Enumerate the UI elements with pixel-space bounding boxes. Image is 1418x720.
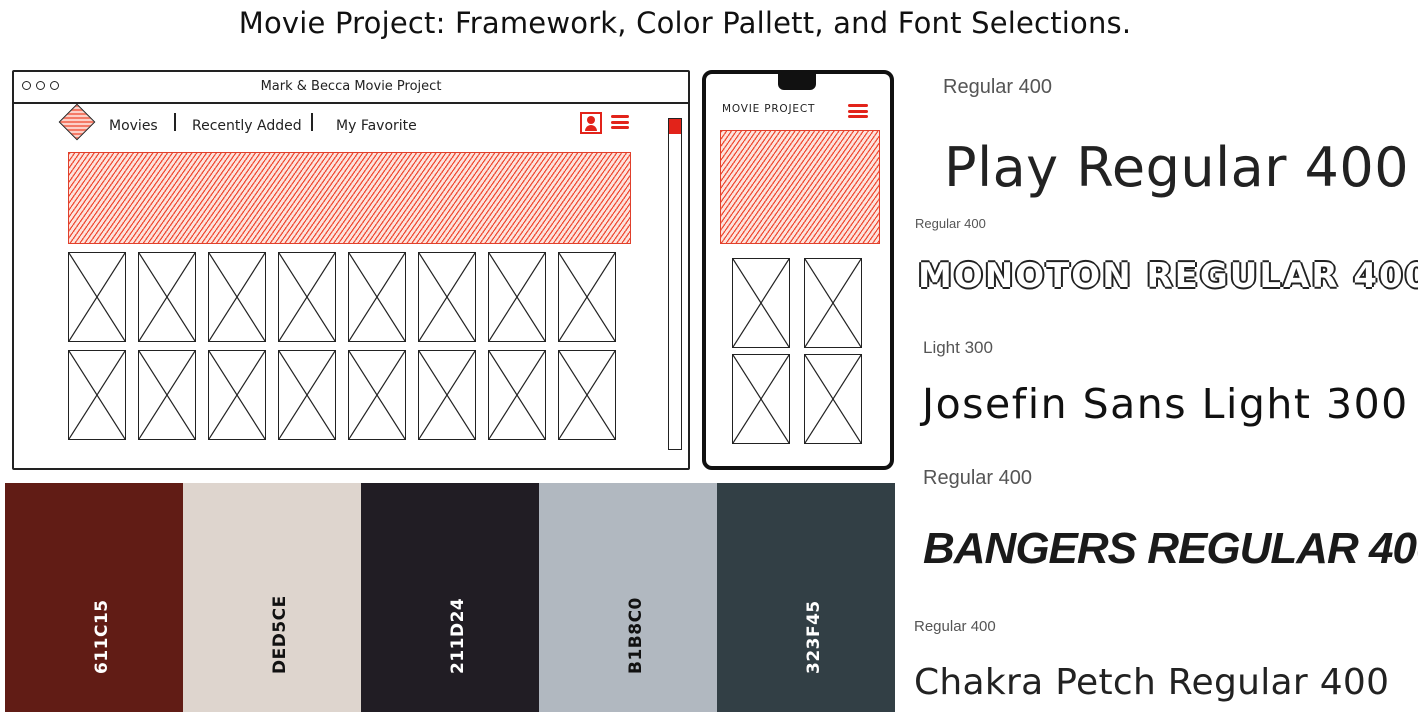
phone-hero-banner — [720, 130, 880, 244]
user-icon[interactable] — [580, 112, 602, 134]
image-placeholder[interactable] — [804, 354, 862, 444]
phone-wireframe: MOVIE PROJECT — [702, 70, 894, 470]
image-placeholder[interactable] — [68, 252, 126, 342]
image-placeholder[interactable] — [488, 350, 546, 440]
font-sample-monoton: Monoton Regular 400 — [918, 256, 1418, 296]
phone-notch — [778, 70, 816, 90]
page-title: Movie Project: Framework, Color Pallett,… — [238, 6, 1132, 40]
font-weight-label: Regular 400 — [915, 216, 986, 231]
nav-my-favorite[interactable]: My Favorite — [336, 118, 417, 134]
nav-movies[interactable]: Movies — [109, 118, 158, 134]
font-weight-label: Light 300 — [923, 338, 993, 357]
scrollbar[interactable] — [668, 118, 682, 450]
font-weight-label: Regular 400 — [914, 618, 996, 635]
image-placeholder[interactable] — [138, 252, 196, 342]
image-placeholder[interactable] — [278, 350, 336, 440]
font-sample-josefin: Josefin Sans Light 300 — [922, 380, 1409, 428]
window-title-bar: Mark & Becca Movie Project — [14, 72, 688, 104]
phone-title: MOVIE PROJECT — [722, 103, 816, 115]
color-hex-label: DED5CE — [270, 595, 290, 674]
font-sample-chakra-petch: Chakra Petch Regular 400 — [914, 662, 1390, 703]
scrollbar-thumb[interactable] — [669, 119, 681, 134]
image-placeholder[interactable] — [278, 252, 336, 342]
image-placeholder[interactable] — [208, 350, 266, 440]
color-hex-label: 611C15 — [92, 599, 112, 674]
image-placeholder[interactable] — [418, 252, 476, 342]
image-placeholder[interactable] — [732, 354, 790, 444]
color-hex-label: 211D24 — [448, 597, 468, 674]
color-hex-label: 323F45 — [804, 600, 824, 674]
font-sample-bangers: BANGERS REGULAR 400 — [923, 524, 1418, 573]
font-weight-label: Regular 400 — [923, 467, 1032, 489]
diamond-logo-icon[interactable] — [58, 103, 96, 141]
hamburger-menu-icon[interactable] — [611, 115, 629, 132]
font-weight-label: Regular 400 — [943, 76, 1052, 98]
color-swatch: B1B8C0 — [539, 483, 717, 712]
image-placeholder[interactable] — [558, 350, 616, 440]
nav-divider — [311, 113, 313, 131]
image-placeholder[interactable] — [68, 350, 126, 440]
image-placeholder[interactable] — [558, 252, 616, 342]
color-swatch: 323F45 — [717, 483, 895, 712]
image-placeholder[interactable] — [732, 258, 790, 348]
color-swatch: 211D24 — [361, 483, 539, 712]
window-title: Mark & Becca Movie Project — [260, 79, 442, 94]
image-placeholder[interactable] — [804, 258, 862, 348]
image-placeholder[interactable] — [348, 350, 406, 440]
color-hex-label: B1B8C0 — [626, 597, 646, 674]
hero-banner — [68, 152, 631, 244]
font-sample-play: Play Regular 400 — [944, 136, 1410, 199]
color-swatch: DED5CE — [183, 483, 361, 712]
desktop-wireframe: Mark & Becca Movie Project Movies Recent… — [12, 70, 690, 470]
image-placeholder[interactable] — [208, 252, 266, 342]
hamburger-menu-icon[interactable] — [848, 104, 868, 121]
image-placeholder[interactable] — [348, 252, 406, 342]
color-swatch: 611C15 — [5, 483, 183, 712]
image-placeholder[interactable] — [138, 350, 196, 440]
nav-divider — [174, 113, 176, 131]
image-placeholder[interactable] — [418, 350, 476, 440]
nav-recently-added[interactable]: Recently Added — [192, 118, 302, 134]
image-placeholder[interactable] — [488, 252, 546, 342]
